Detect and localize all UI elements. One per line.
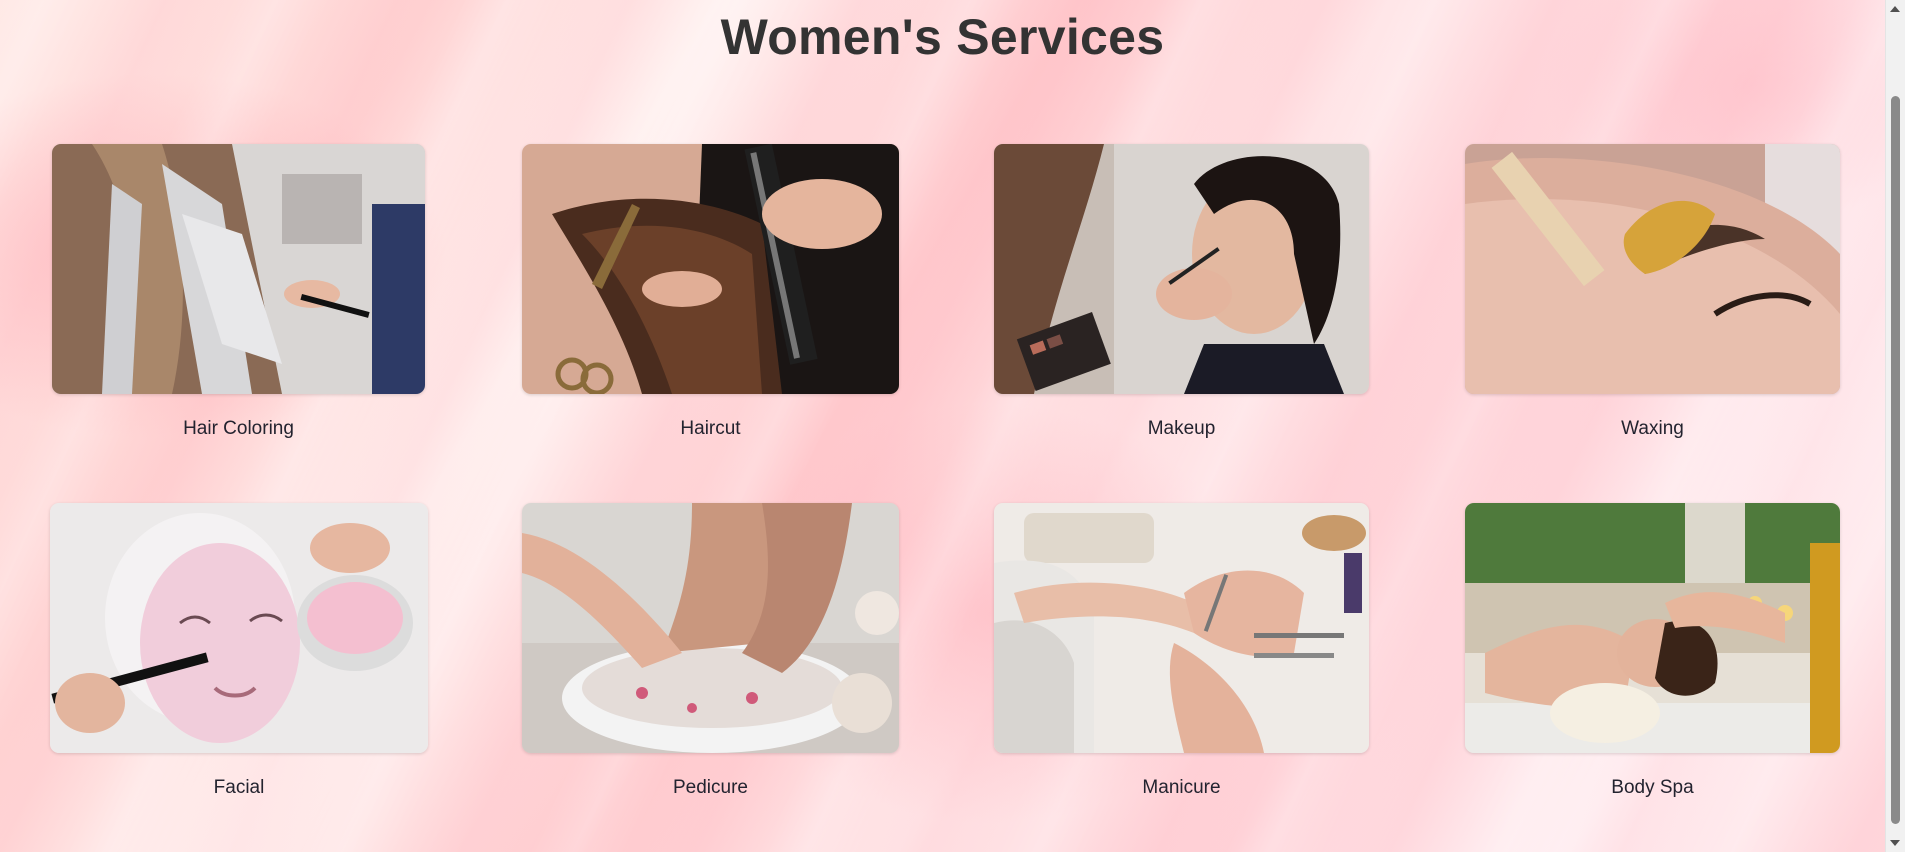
scrollbar-thumb[interactable] xyxy=(1891,96,1900,824)
facial-image[interactable] xyxy=(50,503,428,753)
body-spa-image[interactable] xyxy=(1465,503,1840,753)
service-label: Body Spa xyxy=(1611,777,1694,798)
vertical-scrollbar[interactable] xyxy=(1885,0,1905,852)
service-card-makeup[interactable]: Makeup xyxy=(994,144,1369,440)
service-label: Pedicure xyxy=(673,777,748,798)
service-card-pedicure[interactable]: Pedicure xyxy=(522,503,899,799)
scroll-up-arrow-icon[interactable] xyxy=(1890,6,1900,12)
makeup-image[interactable] xyxy=(994,144,1369,394)
waxing-image[interactable] xyxy=(1465,144,1840,394)
haircut-image[interactable] xyxy=(522,144,899,394)
service-label: Facial xyxy=(213,777,265,798)
service-card-haircut[interactable]: Haircut xyxy=(522,144,899,440)
hair-coloring-image[interactable] xyxy=(52,144,425,394)
service-label: Waxing xyxy=(1621,418,1684,439)
page-title: Women's Services xyxy=(720,9,1165,65)
service-label: Makeup xyxy=(1147,418,1216,439)
service-label: Manicure xyxy=(1142,777,1221,798)
manicure-image[interactable] xyxy=(994,503,1369,753)
service-label: Haircut xyxy=(680,418,741,439)
service-label: Hair Coloring xyxy=(183,418,294,439)
service-card-waxing[interactable]: Waxing xyxy=(1465,144,1840,440)
service-card-hair-coloring[interactable]: Hair Coloring xyxy=(52,144,425,440)
service-card-facial[interactable]: Facial xyxy=(50,503,428,799)
scroll-down-arrow-icon[interactable] xyxy=(1890,840,1900,846)
service-card-manicure[interactable]: Manicure xyxy=(994,503,1369,799)
pedicure-image[interactable] xyxy=(522,503,899,753)
service-card-body-spa[interactable]: Body Spa xyxy=(1465,503,1840,799)
